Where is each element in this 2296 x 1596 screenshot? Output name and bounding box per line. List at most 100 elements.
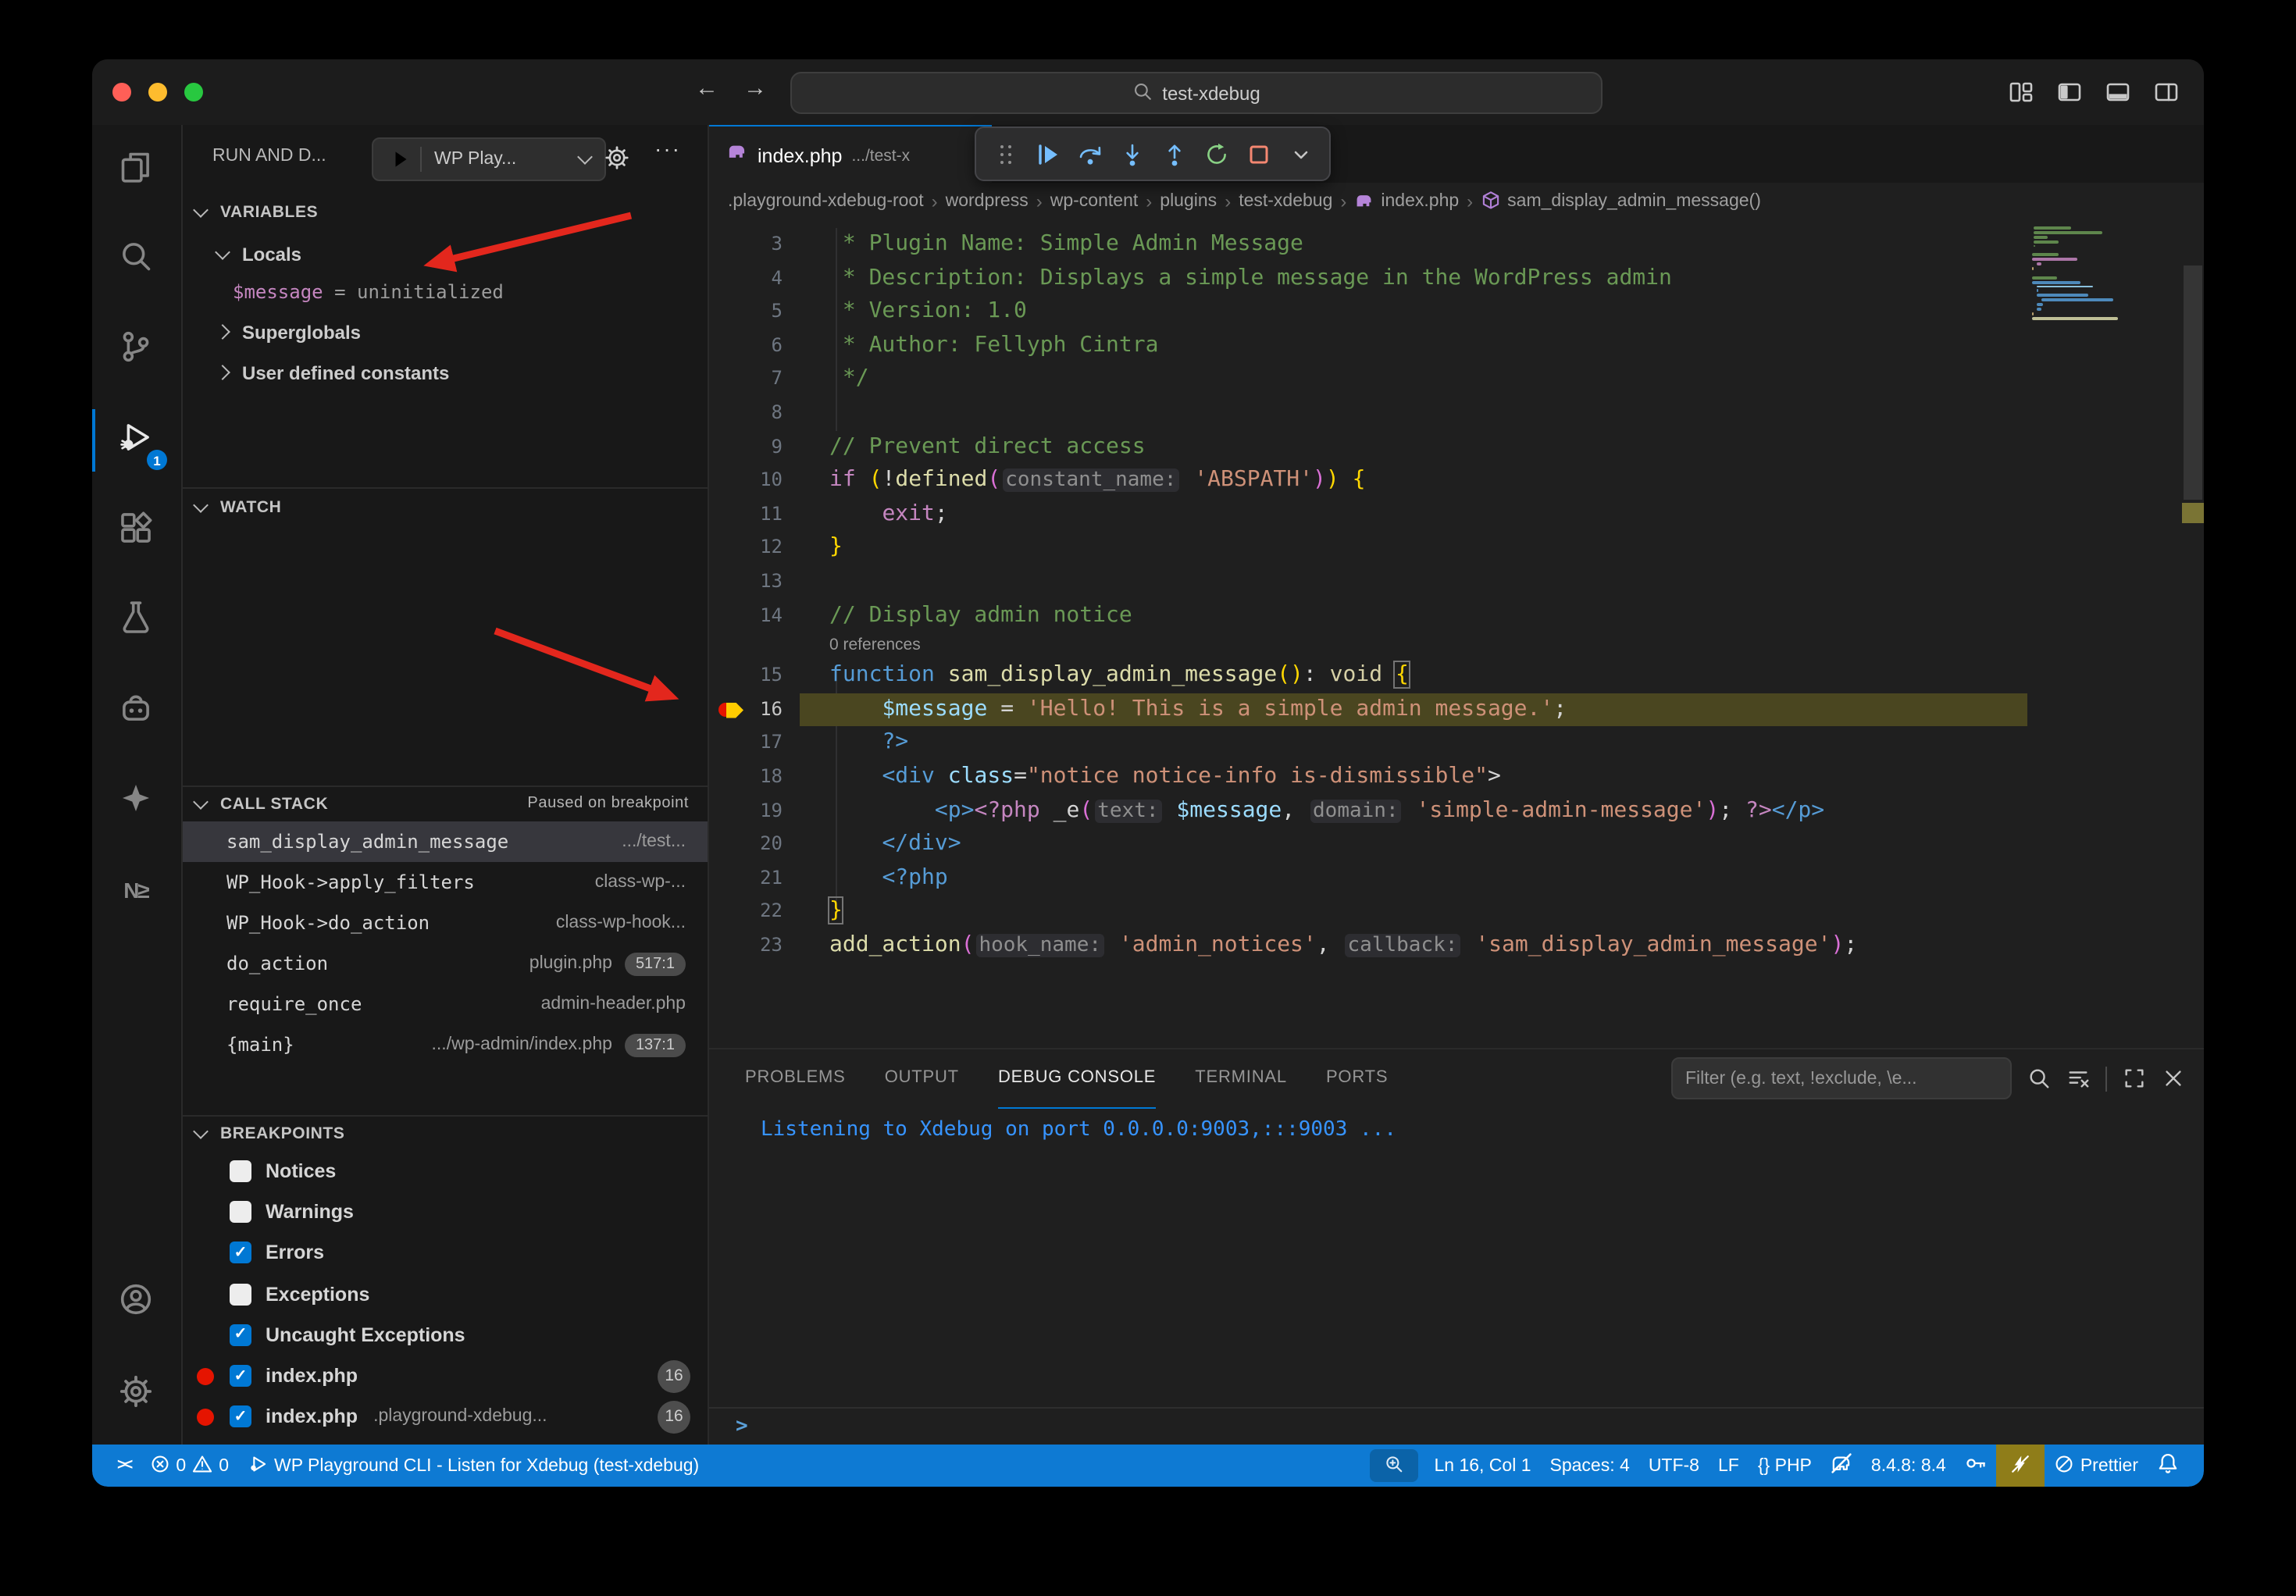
breakpoint-checkbox[interactable]: [230, 1160, 251, 1182]
search-icon[interactable]: [2027, 1067, 2051, 1090]
breadcrumb-item[interactable]: test-xdebug: [1239, 191, 1332, 210]
toggle-primary-sidebar-icon[interactable]: [2057, 80, 2082, 105]
step-out-icon[interactable]: [1153, 133, 1195, 175]
problems-status[interactable]: 0 0: [140, 1445, 238, 1487]
activity-item-account[interactable]: [92, 1271, 180, 1334]
xdebug-off-indicator[interactable]: [1821, 1445, 1862, 1487]
breakpoint-item[interactable]: ✓Uncaught Exceptions: [183, 1315, 708, 1356]
continue-icon[interactable]: [1026, 133, 1068, 175]
title-bar: ← → test-xdebug: [92, 59, 2204, 126]
activity-item-source-control[interactable]: [92, 319, 180, 381]
activity-item-settings[interactable]: [92, 1363, 180, 1426]
restart-icon[interactable]: [1195, 133, 1237, 175]
breakpoint-item[interactable]: ✓Errors: [183, 1233, 708, 1274]
key-indicator[interactable]: [1956, 1445, 1996, 1487]
command-center-search[interactable]: test-xdebug: [790, 72, 1603, 114]
breakpoint-checkbox[interactable]: [230, 1202, 251, 1224]
zoom-indicator[interactable]: [1370, 1449, 1418, 1482]
panel-tab-debug-console[interactable]: DEBUG CONSOLE: [998, 1049, 1156, 1108]
toggle-panel-icon[interactable]: [2105, 80, 2130, 105]
back-icon[interactable]: ←: [695, 75, 718, 102]
tab-index-php[interactable]: index.php .../test-x: [709, 125, 992, 184]
activity-item-search[interactable]: [92, 228, 180, 290]
breakpoint-item[interactable]: Notices: [183, 1151, 708, 1192]
breadcrumb-item[interactable]: wp-content: [1050, 191, 1139, 210]
customize-layout-icon[interactable]: [2009, 80, 2034, 105]
breakpoint-checkbox[interactable]: ✓: [230, 1405, 251, 1427]
breakpoint-checkbox[interactable]: ✓: [230, 1365, 251, 1387]
toggle-secondary-sidebar-icon[interactable]: [2154, 80, 2179, 105]
variable-message[interactable]: $message = uninitialized: [183, 272, 708, 311]
debug-session-status[interactable]: WP Playground CLI - Listen for Xdebug (t…: [238, 1445, 708, 1487]
status-bar: >< 0 0 WP Playground CLI - Listen for Xd…: [92, 1445, 2204, 1487]
start-debug-icon[interactable]: [387, 148, 409, 170]
panel-tab-terminal[interactable]: TERMINAL: [1195, 1049, 1287, 1108]
breakpoint-checkbox[interactable]: ✓: [230, 1324, 251, 1346]
debug-settings-gear-icon[interactable]: [604, 145, 629, 170]
bolt-off-indicator[interactable]: [1996, 1445, 2045, 1487]
editor-scrollbar[interactable]: [2182, 219, 2204, 1048]
call-stack-frame[interactable]: WP_Hook->apply_filtersclass-wp-...: [183, 862, 708, 903]
activity-item-n-logo[interactable]: N≥: [92, 859, 180, 921]
step-over-icon[interactable]: [1068, 133, 1111, 175]
minimize-window-button[interactable]: [148, 83, 167, 102]
activity-item-chat[interactable]: [92, 679, 180, 742]
breakpoint-item[interactable]: ✓index.php16: [183, 1356, 708, 1396]
tree-item-superglobals[interactable]: Superglobals: [183, 312, 708, 351]
call-stack-frame[interactable]: do_actionplugin.php517:1: [183, 943, 708, 984]
prettier-status[interactable]: Prettier: [2045, 1445, 2148, 1487]
tree-item-user-defined-constants[interactable]: User defined constants: [183, 353, 708, 392]
breadcrumb-item[interactable]: wordpress: [946, 191, 1029, 210]
breadcrumb-item[interactable]: plugins: [1160, 191, 1217, 210]
breakpoint-item[interactable]: Warnings: [183, 1192, 708, 1232]
console-filter-input[interactable]: [1671, 1057, 2012, 1099]
maximize-window-button[interactable]: [184, 83, 203, 102]
panel-tab-problems[interactable]: PROBLEMS: [745, 1049, 846, 1108]
step-into-icon[interactable]: [1111, 133, 1153, 175]
indentation-status[interactable]: Spaces: 4: [1541, 1445, 1639, 1487]
tree-item-locals[interactable]: Locals: [183, 234, 708, 273]
cursor-position[interactable]: Ln 16, Col 1: [1424, 1445, 1540, 1487]
activity-item-testing[interactable]: [92, 589, 180, 651]
breadcrumb-item[interactable]: sam_display_admin_message(): [1481, 191, 1761, 211]
maximize-panel-icon[interactable]: [2123, 1067, 2146, 1090]
chevron-down-icon[interactable]: [1279, 133, 1321, 175]
scrollbar-thumb[interactable]: [2184, 265, 2202, 500]
call-stack-frame[interactable]: WP_Hook->do_actionclass-wp-hook...: [183, 903, 708, 943]
launch-config-dropdown[interactable]: WP Play...: [372, 137, 606, 181]
call-stack-frame[interactable]: {main}.../wp-admin/index.php137:1: [183, 1024, 708, 1065]
breakpoint-item[interactable]: ✓index.php.playground-xdebug...16: [183, 1396, 708, 1437]
forward-icon[interactable]: →: [743, 75, 767, 102]
debug-console-input[interactable]: >: [709, 1407, 2204, 1445]
activity-item-sparkle[interactable]: [92, 770, 180, 832]
close-window-button[interactable]: [112, 83, 131, 102]
remote-indicator[interactable]: ><: [108, 1445, 140, 1487]
breakpoint-checkbox[interactable]: ✓: [230, 1242, 251, 1264]
call-stack-frame[interactable]: sam_display_admin_message.../test...: [183, 821, 708, 862]
clear-console-icon[interactable]: [2066, 1067, 2090, 1090]
minimap[interactable]: [2032, 226, 2204, 321]
breadcrumb-item[interactable]: index.php: [1354, 191, 1459, 211]
notifications-bell[interactable]: [2148, 1445, 2188, 1487]
close-panel-icon[interactable]: [2162, 1067, 2185, 1090]
eol-status[interactable]: LF: [1709, 1445, 1749, 1487]
activity-item-run-and-debug[interactable]: 1: [92, 409, 180, 472]
panel-tab-ports[interactable]: PORTS: [1326, 1049, 1388, 1108]
more-actions-icon[interactable]: ···: [654, 136, 681, 161]
encoding-status[interactable]: UTF-8: [1639, 1445, 1709, 1487]
breakpoint-item[interactable]: Exceptions: [183, 1274, 708, 1314]
section-watch[interactable]: WATCH: [183, 492, 708, 522]
activity-item-explorer[interactable]: [92, 139, 180, 201]
language-mode[interactable]: {} PHP: [1749, 1445, 1821, 1487]
section-breakpoints[interactable]: BREAKPOINTS: [183, 1118, 708, 1148]
panel-tab-output[interactable]: OUTPUT: [885, 1049, 959, 1108]
call-stack-frame[interactable]: require_onceadmin-header.php: [183, 984, 708, 1024]
codelens[interactable]: 0 references: [709, 632, 2204, 659]
breadcrumb-item[interactable]: .playground-xdebug-root: [728, 191, 924, 210]
section-variables[interactable]: VARIABLES: [183, 197, 708, 226]
section-call-stack[interactable]: CALL STACK Paused on breakpoint: [183, 789, 708, 818]
stop-icon[interactable]: [1237, 133, 1279, 175]
breakpoint-checkbox[interactable]: [230, 1283, 251, 1305]
php-version[interactable]: 8.4.8: 8.4: [1862, 1445, 1956, 1487]
activity-item-extensions[interactable]: [92, 500, 180, 562]
